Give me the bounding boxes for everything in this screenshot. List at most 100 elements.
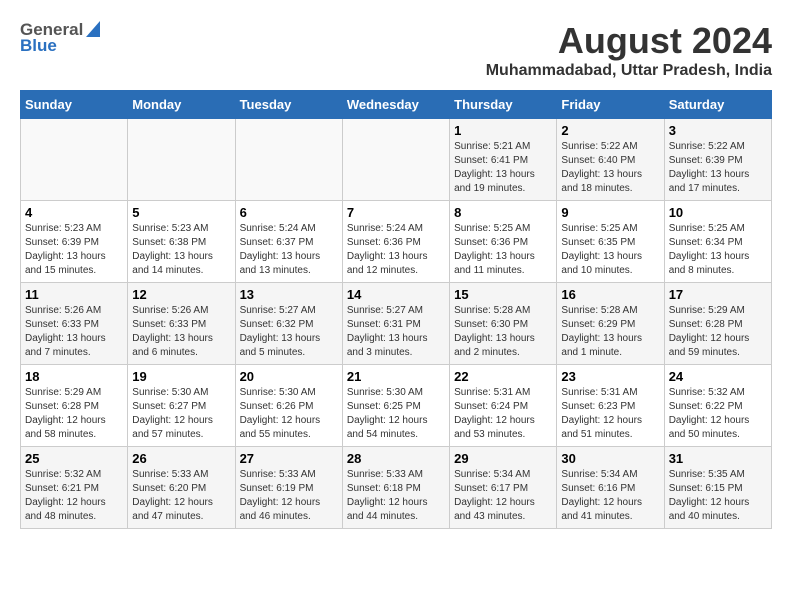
day-info: Sunrise: 5:23 AM Sunset: 6:39 PM Dayligh… bbox=[25, 222, 123, 278]
day-number: 9 bbox=[561, 205, 659, 220]
calendar-cell: 25 Sunrise: 5:32 AM Sunset: 6:21 PM Dayli… bbox=[21, 447, 128, 529]
calendar-cell: 27 Sunrise: 5:33 AM Sunset: 6:19 PM Dayli… bbox=[235, 447, 342, 529]
day-number: 31 bbox=[669, 451, 767, 466]
weekday-header-saturday: Saturday bbox=[664, 91, 771, 119]
calendar-subtitle: Muhammadabad, Uttar Pradesh, India bbox=[486, 62, 772, 80]
calendar-cell: 7 Sunrise: 5:24 AM Sunset: 6:36 PM Daylig… bbox=[342, 201, 449, 283]
calendar-cell: 24Sunrise: 5:32 AM Sunset: 6:22 PM Dayli… bbox=[664, 365, 771, 447]
day-number: 18 bbox=[25, 369, 123, 384]
title-area: August 2024 Muhammadabad, Uttar Pradesh,… bbox=[486, 20, 772, 80]
weekday-header-tuesday: Tuesday bbox=[235, 91, 342, 119]
day-info: Sunrise: 5:28 AM Sunset: 6:30 PM Dayligh… bbox=[454, 304, 552, 360]
calendar-table: SundayMondayTuesdayWednesdayThursdayFrid… bbox=[20, 90, 772, 529]
calendar-cell: 1Sunrise: 5:21 AM Sunset: 6:41 PM Daylig… bbox=[450, 119, 557, 201]
day-info: Sunrise: 5:33 AM Sunset: 6:20 PM Dayligh… bbox=[132, 468, 230, 524]
calendar-cell: 12 Sunrise: 5:26 AM Sunset: 6:33 PM Dayli… bbox=[128, 283, 235, 365]
logo-triangle-icon bbox=[86, 21, 100, 37]
day-info: Sunrise: 5:32 AM Sunset: 6:21 PM Dayligh… bbox=[25, 468, 123, 524]
day-number: 26 bbox=[132, 451, 230, 466]
day-number: 28 bbox=[347, 451, 445, 466]
calendar-cell: 13 Sunrise: 5:27 AM Sunset: 6:32 PM Dayli… bbox=[235, 283, 342, 365]
day-info: Sunrise: 5:30 AM Sunset: 6:26 PM Dayligh… bbox=[240, 386, 338, 442]
calendar-week-row: 1Sunrise: 5:21 AM Sunset: 6:41 PM Daylig… bbox=[21, 119, 772, 201]
logo-blue-text: Blue bbox=[20, 36, 57, 56]
day-number: 27 bbox=[240, 451, 338, 466]
calendar-cell bbox=[235, 119, 342, 201]
day-number: 7 bbox=[347, 205, 445, 220]
calendar-cell: 28 Sunrise: 5:33 AM Sunset: 6:18 PM Dayli… bbox=[342, 447, 449, 529]
weekday-header-wednesday: Wednesday bbox=[342, 91, 449, 119]
day-info: Sunrise: 5:23 AM Sunset: 6:38 PM Dayligh… bbox=[132, 222, 230, 278]
calendar-cell: 11Sunrise: 5:26 AM Sunset: 6:33 PM Dayli… bbox=[21, 283, 128, 365]
day-info: Sunrise: 5:27 AM Sunset: 6:32 PM Dayligh… bbox=[240, 304, 338, 360]
calendar-cell: 20 Sunrise: 5:30 AM Sunset: 6:26 PM Dayli… bbox=[235, 365, 342, 447]
day-info: Sunrise: 5:34 AM Sunset: 6:17 PM Dayligh… bbox=[454, 468, 552, 524]
calendar-cell: 4 Sunrise: 5:23 AM Sunset: 6:39 PM Daylig… bbox=[21, 201, 128, 283]
calendar-cell: 10Sunrise: 5:25 AM Sunset: 6:34 PM Dayli… bbox=[664, 201, 771, 283]
logo: General Blue bbox=[20, 20, 100, 56]
day-info: Sunrise: 5:22 AM Sunset: 6:39 PM Dayligh… bbox=[669, 140, 767, 196]
day-info: Sunrise: 5:33 AM Sunset: 6:19 PM Dayligh… bbox=[240, 468, 338, 524]
day-info: Sunrise: 5:30 AM Sunset: 6:25 PM Dayligh… bbox=[347, 386, 445, 442]
calendar-cell: 18Sunrise: 5:29 AM Sunset: 6:28 PM Dayli… bbox=[21, 365, 128, 447]
day-number: 3 bbox=[669, 123, 767, 138]
calendar-cell: 14 Sunrise: 5:27 AM Sunset: 6:31 PM Dayli… bbox=[342, 283, 449, 365]
day-number: 16 bbox=[561, 287, 659, 302]
day-info: Sunrise: 5:28 AM Sunset: 6:29 PM Dayligh… bbox=[561, 304, 659, 360]
day-info: Sunrise: 5:31 AM Sunset: 6:24 PM Dayligh… bbox=[454, 386, 552, 442]
day-info: Sunrise: 5:21 AM Sunset: 6:41 PM Dayligh… bbox=[454, 140, 552, 196]
day-number: 24 bbox=[669, 369, 767, 384]
calendar-week-row: 4 Sunrise: 5:23 AM Sunset: 6:39 PM Daylig… bbox=[21, 201, 772, 283]
calendar-week-row: 25 Sunrise: 5:32 AM Sunset: 6:21 PM Dayli… bbox=[21, 447, 772, 529]
day-info: Sunrise: 5:33 AM Sunset: 6:18 PM Dayligh… bbox=[347, 468, 445, 524]
day-info: Sunrise: 5:25 AM Sunset: 6:34 PM Dayligh… bbox=[669, 222, 767, 278]
day-info: Sunrise: 5:25 AM Sunset: 6:35 PM Dayligh… bbox=[561, 222, 659, 278]
calendar-cell: 5 Sunrise: 5:23 AM Sunset: 6:38 PM Daylig… bbox=[128, 201, 235, 283]
day-info: Sunrise: 5:26 AM Sunset: 6:33 PM Dayligh… bbox=[132, 304, 230, 360]
calendar-cell: 15Sunrise: 5:28 AM Sunset: 6:30 PM Dayli… bbox=[450, 283, 557, 365]
day-info: Sunrise: 5:24 AM Sunset: 6:36 PM Dayligh… bbox=[347, 222, 445, 278]
day-number: 25 bbox=[25, 451, 123, 466]
day-number: 8 bbox=[454, 205, 552, 220]
calendar-cell: 26 Sunrise: 5:33 AM Sunset: 6:20 PM Dayli… bbox=[128, 447, 235, 529]
weekday-header-sunday: Sunday bbox=[21, 91, 128, 119]
calendar-cell bbox=[342, 119, 449, 201]
day-number: 29 bbox=[454, 451, 552, 466]
calendar-week-row: 11Sunrise: 5:26 AM Sunset: 6:33 PM Dayli… bbox=[21, 283, 772, 365]
day-number: 12 bbox=[132, 287, 230, 302]
day-number: 2 bbox=[561, 123, 659, 138]
day-info: Sunrise: 5:31 AM Sunset: 6:23 PM Dayligh… bbox=[561, 386, 659, 442]
calendar-cell: 6Sunrise: 5:24 AM Sunset: 6:37 PM Daylig… bbox=[235, 201, 342, 283]
day-number: 14 bbox=[347, 287, 445, 302]
calendar-cell: 3 Sunrise: 5:22 AM Sunset: 6:39 PM Daylig… bbox=[664, 119, 771, 201]
day-info: Sunrise: 5:34 AM Sunset: 6:16 PM Dayligh… bbox=[561, 468, 659, 524]
day-info: Sunrise: 5:29 AM Sunset: 6:28 PM Dayligh… bbox=[669, 304, 767, 360]
day-number: 6 bbox=[240, 205, 338, 220]
calendar-cell: 19Sunrise: 5:30 AM Sunset: 6:27 PM Dayli… bbox=[128, 365, 235, 447]
day-number: 21 bbox=[347, 369, 445, 384]
day-number: 4 bbox=[25, 205, 123, 220]
calendar-week-row: 18Sunrise: 5:29 AM Sunset: 6:28 PM Dayli… bbox=[21, 365, 772, 447]
day-number: 13 bbox=[240, 287, 338, 302]
calendar-cell: 21 Sunrise: 5:30 AM Sunset: 6:25 PM Dayli… bbox=[342, 365, 449, 447]
weekday-header-row: SundayMondayTuesdayWednesdayThursdayFrid… bbox=[21, 91, 772, 119]
calendar-cell bbox=[21, 119, 128, 201]
day-info: Sunrise: 5:27 AM Sunset: 6:31 PM Dayligh… bbox=[347, 304, 445, 360]
calendar-header: SundayMondayTuesdayWednesdayThursdayFrid… bbox=[21, 91, 772, 119]
day-number: 30 bbox=[561, 451, 659, 466]
calendar-title: August 2024 bbox=[486, 20, 772, 62]
calendar-cell: 31Sunrise: 5:35 AM Sunset: 6:15 PM Dayli… bbox=[664, 447, 771, 529]
day-number: 5 bbox=[132, 205, 230, 220]
day-number: 23 bbox=[561, 369, 659, 384]
calendar-cell: 30 Sunrise: 5:34 AM Sunset: 6:16 PM Dayli… bbox=[557, 447, 664, 529]
day-number: 19 bbox=[132, 369, 230, 384]
day-number: 17 bbox=[669, 287, 767, 302]
calendar-cell bbox=[128, 119, 235, 201]
day-number: 20 bbox=[240, 369, 338, 384]
calendar-cell: 2Sunrise: 5:22 AM Sunset: 6:40 PM Daylig… bbox=[557, 119, 664, 201]
calendar-cell: 16 Sunrise: 5:28 AM Sunset: 6:29 PM Dayli… bbox=[557, 283, 664, 365]
calendar-cell: 23 Sunrise: 5:31 AM Sunset: 6:23 PM Dayli… bbox=[557, 365, 664, 447]
header: General Blue August 2024 Muhammadabad, U… bbox=[20, 20, 772, 80]
calendar-cell: 29 Sunrise: 5:34 AM Sunset: 6:17 PM Dayli… bbox=[450, 447, 557, 529]
calendar-body: 1Sunrise: 5:21 AM Sunset: 6:41 PM Daylig… bbox=[21, 119, 772, 529]
